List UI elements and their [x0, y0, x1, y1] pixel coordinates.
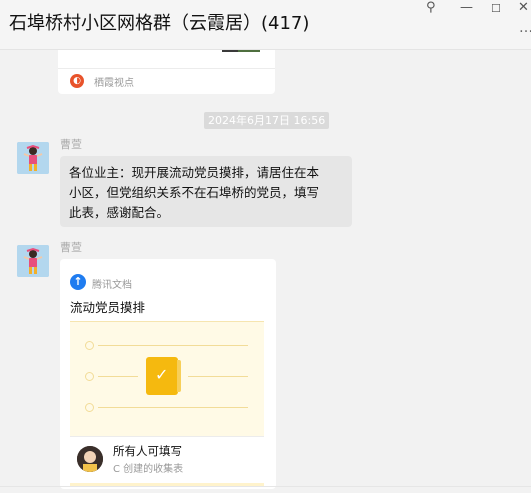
text-message-bubble[interactable]: 各位业主：现开展流动党员摸排，请居住在本 小区，但党组织关系不在石埠桥的党员，填… [60, 156, 352, 227]
minimize-icon[interactable]: — [460, 0, 473, 16]
input-divider [0, 486, 531, 487]
avatar[interactable] [17, 142, 49, 174]
previous-article-card[interactable]: ◐ 栖霞视点 [58, 50, 275, 94]
chat-area[interactable]: ◐ 栖霞视点 2024年6月17日 16:56 曹萱 各位业主：现开展流动党员摸… [0, 50, 531, 493]
title-bar: 石埠桥村小区网格群（云霞居）(417) ⚲ — ☐ ✕ … [0, 0, 531, 50]
sender-name: 曹萱 [60, 241, 82, 254]
timestamp: 2024年6月17日 16:56 [204, 112, 330, 129]
creator-avatar [77, 446, 103, 472]
doc-app-name: 腾讯文档 [92, 280, 132, 291]
message-line: 小区，但党组织关系不在石埠桥的党员，填写 [69, 185, 320, 200]
message-line: 此表，感谢配合。 [69, 205, 170, 220]
form-creator: C 创建的收集表 [113, 464, 184, 475]
chat-title: 石埠桥村小区网格群（云霞居）(417) [9, 13, 310, 34]
form-check-icon: ✓ [146, 357, 181, 395]
source-logo-icon: ◐ [70, 74, 84, 88]
card-divider [70, 436, 264, 437]
doc-title: 流动党员摸排 [70, 300, 146, 315]
message-line: 各位业主：现开展流动党员摸排，请居住在本 [69, 165, 320, 180]
tencent-doc-card[interactable]: ↑ 腾讯文档 流动党员摸排 ✓ 所有人可填写 C 创建的收集表 [60, 259, 276, 489]
more-icon[interactable]: … [519, 20, 531, 36]
tencent-docs-icon: ↑ [70, 274, 86, 290]
card-divider [58, 68, 275, 69]
sender-name: 曹萱 [60, 138, 82, 151]
maximize-icon[interactable]: ☐ [491, 1, 501, 17]
form-preview: ✓ [70, 321, 264, 436]
article-thumbnail [222, 50, 260, 52]
close-icon[interactable]: ✕ [518, 0, 529, 16]
fill-permission: 所有人可填写 [113, 444, 182, 458]
avatar[interactable] [17, 245, 49, 277]
article-source: 栖霞视点 [94, 78, 134, 89]
pin-icon[interactable]: ⚲ [426, 0, 436, 16]
